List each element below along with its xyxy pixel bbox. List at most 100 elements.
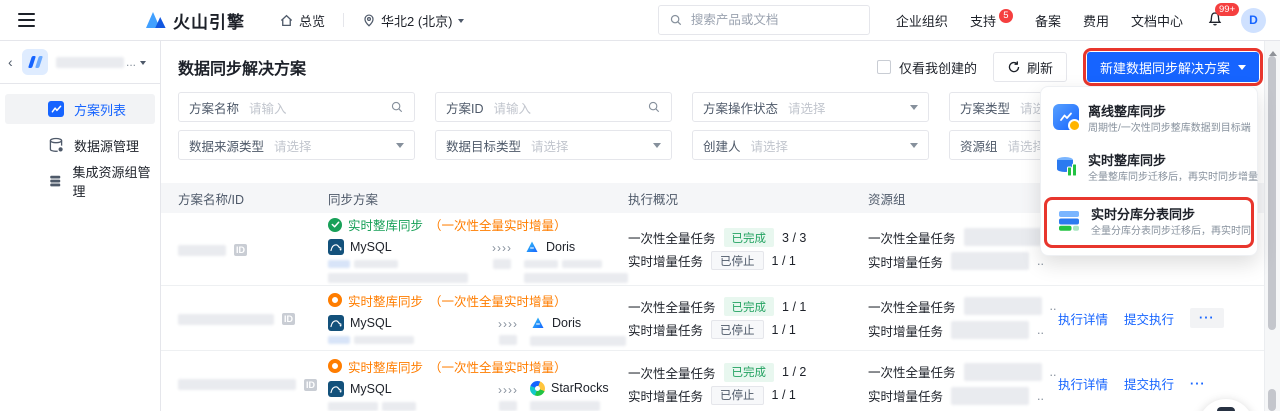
action-exec-detail[interactable]: 执行详情 [1058,374,1108,393]
scrollbar-thumb[interactable] [1268,56,1276,330]
refresh-button[interactable]: 刷新 [993,52,1067,82]
filter-solution-id[interactable]: 方案ID 请输入 [435,92,672,122]
user-avatar[interactable]: D [1241,8,1266,33]
status-badge: 已完成 [724,228,775,247]
redacted-text [562,260,602,268]
nav-link-billing[interactable]: 费用 [1083,11,1109,30]
annotation-box-sharding-sync: 实时分库分表同步 全量分库分表同步迁移后，再实时同步增量 [1044,197,1254,248]
source-db: MySQL [328,239,480,283]
sync-mode: （一次性全量实时增量） [429,215,567,234]
dropdown-item-sharding-sync[interactable]: 实时分库分表同步 全量分库分表同步迁移后，再实时同步增量 [1047,200,1251,245]
cell-exec-overview: 一次性全量任务已完成1 / 1 实时增量任务已停止1 / 1 [628,293,868,343]
status-badge: 已停止 [711,386,764,405]
redacted-text [499,401,517,411]
source-db-name: MySQL [350,240,392,254]
action-exec-detail[interactable]: 执行详情 [1058,309,1108,328]
filter-creator[interactable]: 创建人 请选择 [692,130,929,160]
filter-target-type[interactable]: 数据目标类型 请选择 [435,130,672,160]
status-badge: 已完成 [724,297,775,316]
status-warning-icon [328,359,342,373]
id-badge: ID [282,313,295,325]
status-warning-icon [328,293,342,307]
cell-name-id: ID [178,242,328,257]
mysql-icon [328,381,344,397]
col-name-id: 方案名称/ID [178,189,328,208]
filter-operation-status[interactable]: 方案操作状态 请选择 [692,92,929,122]
scroll-up-arrow-icon[interactable] [1269,47,1277,56]
col-exec-overview: 执行概况 [628,189,868,208]
nav-link-docs[interactable]: 文档中心 [1131,11,1183,30]
chevron-down-icon [458,19,464,26]
cell-actions: 执行详情 提交执行 ··· [1058,309,1280,328]
sidebar-item-datasource[interactable]: 数据源管理 [5,130,155,160]
nav-link-org[interactable]: 企业组织 [896,11,948,30]
cell-exec-overview: 一次性全量任务已完成3 / 3 实时增量任务已停止1 / 1 [628,224,868,274]
sync-direction: ›››› [498,383,518,411]
id-badge: ID [304,379,317,391]
vertical-scrollbar[interactable] [1264,41,1280,411]
redacted-text [951,387,1029,405]
dropdown-item-realtime-db-sync[interactable]: 实时整库同步 全量整库同步迁移后，再实时同步增量 [1041,144,1257,193]
filter-bar: 方案名称 请输入 方案ID 请输入 方案操作状态 请选择 方案类型 请选择 数据… [178,92,1186,160]
redacted-text [382,402,416,411]
target-db: StarRocks [530,381,609,411]
redacted-text [964,363,1042,381]
arrow-glyph: ›››› [498,383,518,397]
action-submit-exec[interactable]: 提交执行 [1124,309,1174,328]
cell-resource-group: 一次性全量任务.. 实时增量任务.. [868,292,1058,345]
project-selector[interactable]: ‹ ... [0,41,160,83]
action-submit-exec[interactable]: 提交执行 [1124,374,1174,393]
nav-link-support[interactable]: 支持 5 [970,11,1013,30]
filter-source-type[interactable]: 数据来源类型 请选择 [178,130,415,160]
sidebar-menu: 方案列表 数据源管理 集成资源组管理 [0,84,160,196]
redacted-text [524,273,628,283]
redacted-text [530,401,600,411]
redacted-text [328,273,468,283]
sync-type: 实时整库同步 [348,215,423,234]
brand-logo[interactable]: 火山引擎 [145,8,245,33]
nav-link-beian[interactable]: 备案 [1035,11,1061,30]
sync-direction: ›››› [492,241,512,269]
sync-mode: （一次性全量实时增量） [429,291,567,310]
cell-sync-plan: 实时整库同步（一次性全量实时增量） MySQL ›››› [328,357,628,411]
region-selector[interactable]: 华北2 (北京) [362,11,464,30]
search-icon [669,13,683,27]
sidebar-item-solution-list[interactable]: 方案列表 [5,94,155,124]
cell-name-id: ID [178,376,328,391]
notifications-button[interactable]: 99+ [1207,11,1223,30]
redacted-text [328,336,350,344]
solution-list-icon [48,101,64,117]
sidebar-item-resource-group[interactable]: 集成资源组管理 [5,166,155,196]
dropdown-item-offline-sync[interactable]: 离线整库同步 周期性/一次性同步整库数据到目标端 [1041,95,1257,144]
global-search[interactable] [658,5,870,35]
table-row[interactable]: ID 实时整库同步（一次性全量实时增量） MySQL [161,350,1280,411]
only-mine-filter[interactable]: 仅看我创建的 [877,58,977,77]
id-badge: ID [234,244,247,256]
filter-solution-name[interactable]: 方案名称 请输入 [178,92,415,122]
table-row[interactable]: ID 实时整库同步（一次性全量实时增量） MySQL [161,285,1280,350]
status-success-icon [328,218,342,232]
chevron-down-icon [653,143,661,152]
status-badge: 已停止 [711,320,764,339]
redacted-text [964,297,1042,315]
nav-links: 企业组织 支持 5 备案 费用 文档中心 [896,11,1183,30]
more-actions-button[interactable]: ··· [1190,308,1224,328]
search-input[interactable] [689,12,859,28]
only-mine-checkbox[interactable] [877,60,891,74]
support-badge: 5 [999,9,1013,23]
target-db-name: StarRocks [551,381,609,395]
nav-overview[interactable]: 总览 [279,11,325,30]
create-solution-button[interactable]: 新建数据同步解决方案 [1087,52,1259,82]
header-controls: 仅看我创建的 刷新 新建数据同步解决方案 [877,49,1263,85]
create-solution-dropdown: 离线整库同步 周期性/一次性同步整库数据到目标端 实时整库同步 全量整库同步迁移… [1040,86,1258,256]
scrollbar-thumb-bottom[interactable] [1268,389,1276,411]
arrow-glyph: ›››› [498,317,518,331]
source-db-name: MySQL [350,382,392,396]
chevron-down-icon [140,61,146,68]
sync-mode: （一次性全量实时增量） [429,357,567,376]
hamburger-menu-icon[interactable] [18,13,35,27]
collapse-back-icon[interactable]: ‹ [8,54,20,70]
more-actions-button[interactable]: ··· [1190,377,1206,391]
target-db-name: Doris [546,240,575,254]
status-badge: 已完成 [724,363,775,382]
